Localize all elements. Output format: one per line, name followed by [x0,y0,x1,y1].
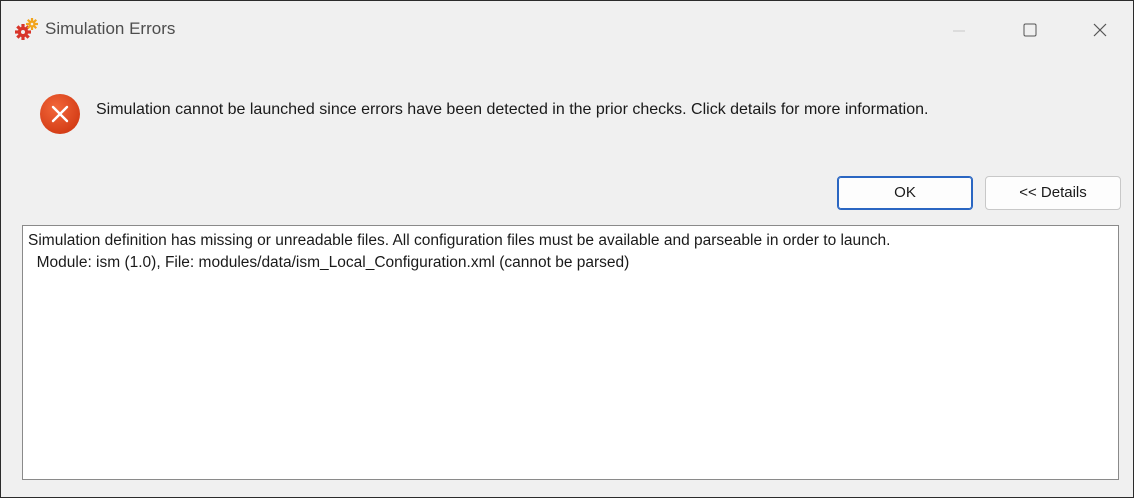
error-message: Simulation cannot be launched since erro… [96,101,929,118]
details-button[interactable]: << Details [985,176,1121,210]
title-bar[interactable]: Simulation Errors [1,1,1133,59]
maximize-icon [1023,23,1037,37]
close-button[interactable] [1075,1,1123,59]
error-icon [39,93,81,135]
window-title: Simulation Errors [45,19,176,38]
details-text-area[interactable]: Simulation definition has missing or unr… [22,225,1119,480]
maximize-button[interactable] [1005,1,1053,59]
minimize-icon [953,30,965,32]
dialog-window: Simulation Errors Simulation cannot be l… [0,0,1134,498]
close-icon [1093,23,1107,37]
ok-button[interactable]: OK [837,176,973,210]
gears-icon [15,17,39,41]
minimize-button[interactable] [935,1,983,59]
details-line: Module: ism (1.0), File: modules/data/is… [28,254,630,271]
details-line: Simulation definition has missing or unr… [28,232,891,249]
